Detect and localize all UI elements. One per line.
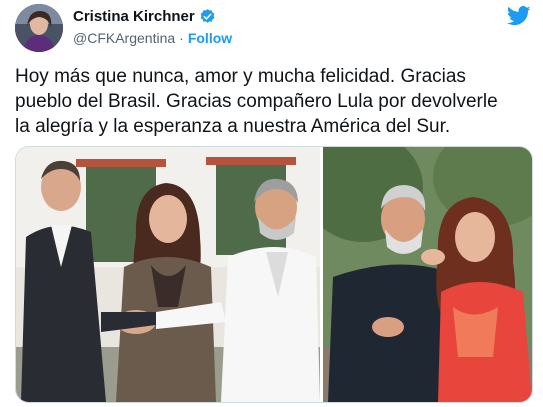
follow-button[interactable]: Follow — [188, 30, 232, 46]
display-name[interactable]: Cristina Kirchner — [73, 8, 195, 25]
verified-badge-icon — [199, 8, 216, 25]
tweet-media[interactable] — [15, 146, 533, 403]
avatar[interactable] — [15, 4, 63, 52]
photo-right[interactable] — [323, 147, 532, 402]
photo-left[interactable] — [16, 147, 320, 402]
author-handle[interactable]: @CFKArgentina — [73, 30, 175, 46]
separator-dot: · — [179, 30, 184, 46]
avatar-image — [15, 4, 63, 52]
tweet-text: Hoy más que nunca, amor y mucha felicida… — [15, 66, 498, 137]
twitter-bird-icon[interactable] — [506, 6, 531, 26]
